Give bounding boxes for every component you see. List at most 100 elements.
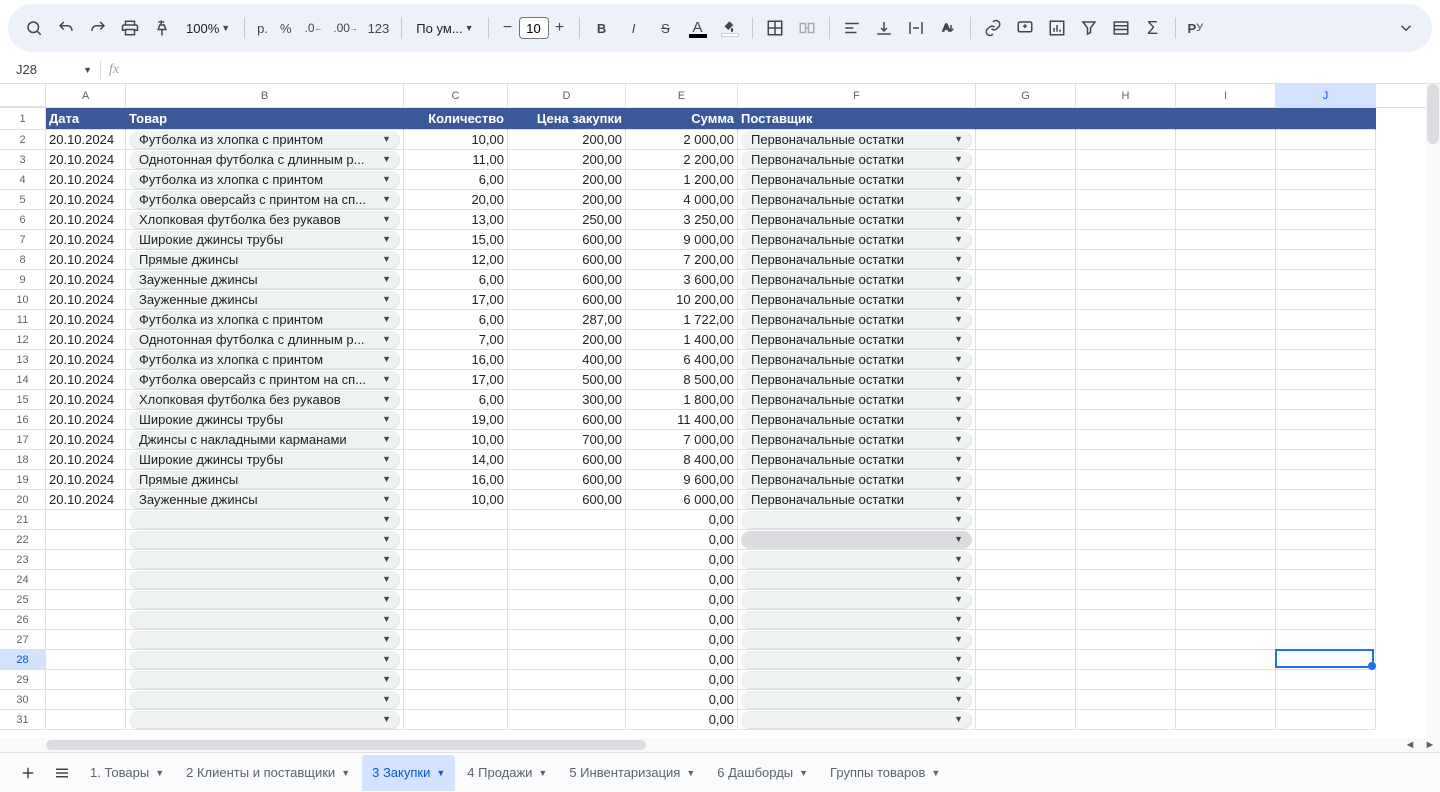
cell[interactable]: [976, 650, 1076, 670]
tab-menu-icon[interactable]: ▼: [799, 768, 808, 778]
tab-menu-icon[interactable]: ▼: [538, 768, 547, 778]
strikethrough-icon[interactable]: S: [652, 14, 680, 42]
cell-price[interactable]: 600,00: [508, 270, 626, 290]
supplier-dropdown[interactable]: Первоначальные остатки▼: [741, 331, 972, 349]
supplier-dropdown[interactable]: Первоначальные остатки▼: [741, 371, 972, 389]
cell-sum[interactable]: 6 400,00: [626, 350, 738, 370]
header-sum[interactable]: Сумма: [626, 108, 738, 130]
header-date[interactable]: Дата: [46, 108, 126, 130]
product-dropdown[interactable]: Широкие джинсы трубы▼: [129, 231, 400, 249]
cell[interactable]: [404, 570, 508, 590]
cell-price[interactable]: 600,00: [508, 230, 626, 250]
cell-sum[interactable]: 6 000,00: [626, 490, 738, 510]
font-size-increase[interactable]: +: [549, 17, 571, 39]
cell[interactable]: [1176, 530, 1276, 550]
cell[interactable]: [1276, 310, 1376, 330]
row-header-21[interactable]: 21: [0, 510, 46, 530]
product-dropdown[interactable]: Прямые джинсы▼: [129, 471, 400, 489]
cell-sum[interactable]: 1 400,00: [626, 330, 738, 350]
supplier-dropdown[interactable]: Первоначальные остатки▼: [741, 171, 972, 189]
row-header-7[interactable]: 7: [0, 230, 46, 250]
cell[interactable]: [976, 108, 1076, 130]
cell-sum[interactable]: 1 200,00: [626, 170, 738, 190]
cell[interactable]: [1076, 290, 1176, 310]
filter-icon[interactable]: [1075, 14, 1103, 42]
row-header-19[interactable]: 19: [0, 470, 46, 490]
cell[interactable]: [976, 610, 1076, 630]
cell[interactable]: [1176, 130, 1276, 150]
cell[interactable]: [976, 170, 1076, 190]
sheet-tab[interactable]: Группы товаров▼: [820, 755, 950, 791]
cell-date[interactable]: 20.10.2024: [46, 370, 126, 390]
row-header-15[interactable]: 15: [0, 390, 46, 410]
cell-price[interactable]: 600,00: [508, 410, 626, 430]
product-dropdown[interactable]: Однотонная футболка с длинным р...▼: [129, 151, 400, 169]
cell[interactable]: [1276, 330, 1376, 350]
vertical-align-icon[interactable]: [870, 14, 898, 42]
cell[interactable]: [1176, 670, 1276, 690]
cell[interactable]: [508, 630, 626, 650]
supplier-dropdown[interactable]: ▼: [741, 691, 972, 709]
supplier-dropdown[interactable]: ▼: [741, 591, 972, 609]
row-header-17[interactable]: 17: [0, 430, 46, 450]
cell-sum[interactable]: 11 400,00: [626, 410, 738, 430]
cell[interactable]: [976, 290, 1076, 310]
row-header-24[interactable]: 24: [0, 570, 46, 590]
text-rotation-icon[interactable]: A: [934, 14, 962, 42]
cell-qty[interactable]: 6,00: [404, 270, 508, 290]
cell-sum[interactable]: 2 000,00: [626, 130, 738, 150]
row-header-3[interactable]: 3: [0, 150, 46, 170]
decrease-decimal-icon[interactable]: .0←: [300, 14, 328, 42]
cell-price[interactable]: 700,00: [508, 430, 626, 450]
cell[interactable]: [1176, 210, 1276, 230]
sheet-tab[interactable]: 2 Клиенты и поставщики▼: [176, 755, 360, 791]
cell[interactable]: [1076, 250, 1176, 270]
product-dropdown[interactable]: ▼: [129, 651, 400, 669]
cell[interactable]: [976, 430, 1076, 450]
supplier-dropdown[interactable]: Первоначальные остатки▼: [741, 391, 972, 409]
supplier-dropdown[interactable]: ▼: [741, 611, 972, 629]
cell-sum[interactable]: 0,00: [626, 630, 738, 650]
cell[interactable]: [1176, 470, 1276, 490]
tab-menu-icon[interactable]: ▼: [931, 768, 940, 778]
product-dropdown[interactable]: Футболка из хлопка с принтом▼: [129, 171, 400, 189]
row-header-27[interactable]: 27: [0, 630, 46, 650]
cell[interactable]: [1276, 650, 1376, 670]
cell-price[interactable]: 600,00: [508, 470, 626, 490]
cell[interactable]: [1076, 330, 1176, 350]
cell-sum[interactable]: 2 200,00: [626, 150, 738, 170]
supplier-dropdown[interactable]: ▼: [741, 531, 972, 549]
paint-format-icon[interactable]: [148, 14, 176, 42]
cell-qty[interactable]: 12,00: [404, 250, 508, 270]
cell[interactable]: [1276, 510, 1376, 530]
cell-price[interactable]: 200,00: [508, 330, 626, 350]
cell-sum[interactable]: 10 200,00: [626, 290, 738, 310]
cell[interactable]: [1176, 650, 1276, 670]
cell[interactable]: [1076, 310, 1176, 330]
cell[interactable]: [46, 650, 126, 670]
cell-date[interactable]: 20.10.2024: [46, 310, 126, 330]
supplier-dropdown[interactable]: Первоначальные остатки▼: [741, 431, 972, 449]
cell-sum[interactable]: 0,00: [626, 690, 738, 710]
supplier-dropdown[interactable]: Первоначальные остатки▼: [741, 271, 972, 289]
search-icon[interactable]: [20, 14, 48, 42]
scroll-left-icon[interactable]: ◄: [1400, 739, 1420, 751]
cell[interactable]: [1276, 108, 1376, 130]
cell[interactable]: [46, 550, 126, 570]
sheet-tab[interactable]: 4 Продажи▼: [457, 755, 557, 791]
supplier-dropdown[interactable]: Первоначальные остатки▼: [741, 351, 972, 369]
cell-sum[interactable]: 7 000,00: [626, 430, 738, 450]
product-dropdown[interactable]: Прямые джинсы▼: [129, 251, 400, 269]
supplier-dropdown[interactable]: Первоначальные остатки▼: [741, 451, 972, 469]
cell[interactable]: [404, 590, 508, 610]
header-price[interactable]: Цена закупки: [508, 108, 626, 130]
cell-date[interactable]: 20.10.2024: [46, 130, 126, 150]
font-size-input[interactable]: [519, 17, 549, 39]
product-dropdown[interactable]: Футболка оверсайз с принтом на сп...▼: [129, 191, 400, 209]
cell[interactable]: [1176, 270, 1276, 290]
cell[interactable]: [976, 510, 1076, 530]
cell[interactable]: [976, 190, 1076, 210]
product-dropdown[interactable]: ▼: [129, 691, 400, 709]
merge-cells-icon[interactable]: [793, 14, 821, 42]
cell-qty[interactable]: 10,00: [404, 130, 508, 150]
